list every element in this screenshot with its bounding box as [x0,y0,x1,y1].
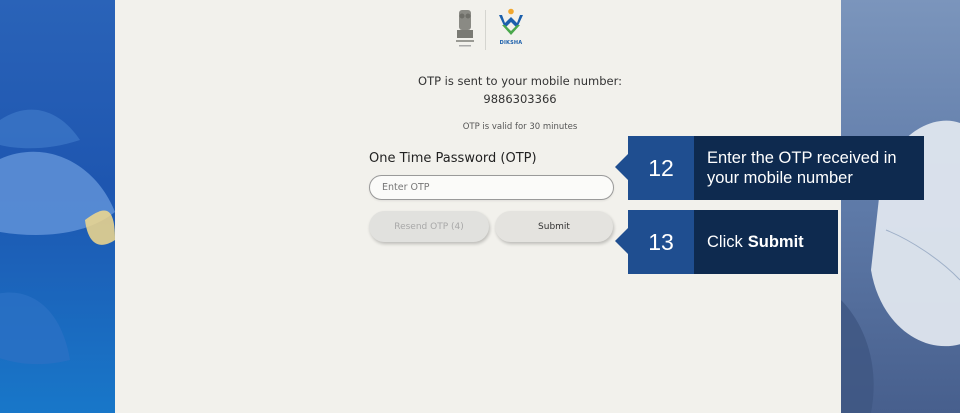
step-13-text-bold: Submit [747,233,804,251]
resend-otp-button[interactable]: Resend OTP (4) [369,211,489,242]
mobile-number: 9886303366 [483,92,557,106]
otp-sent-message: OTP is sent to your mobile number: [418,74,622,88]
logo-divider [485,10,486,50]
diksha-wordmark: DIKSHA [499,40,523,46]
step-12-callout: 12 Enter the OTP received in your mobile… [615,136,924,200]
step-13-text: Click Submit [694,210,838,274]
step-12-number: 12 [615,136,694,200]
step-12-text: Enter the OTP received in your mobile nu… [694,136,924,200]
submit-button[interactable]: Submit [495,211,613,242]
otp-input[interactable] [369,175,614,200]
step-13-text-prefix: Click [707,233,743,251]
national-emblem-icon [456,10,474,47]
step-13-number: 13 [615,210,694,274]
background-left-decoration [0,0,115,413]
diksha-logo-icon [499,8,523,35]
otp-field-label: One Time Password (OTP) [369,151,537,166]
header-logos: DIKSHA [453,8,528,52]
step-13-callout: 13 Click Submit [615,210,838,274]
background-right-decoration [841,0,960,413]
diksha-logo: DIKSHA [494,8,528,46]
otp-validity-note: OTP is valid for 30 minutes [462,122,578,132]
login-panel [115,0,841,413]
